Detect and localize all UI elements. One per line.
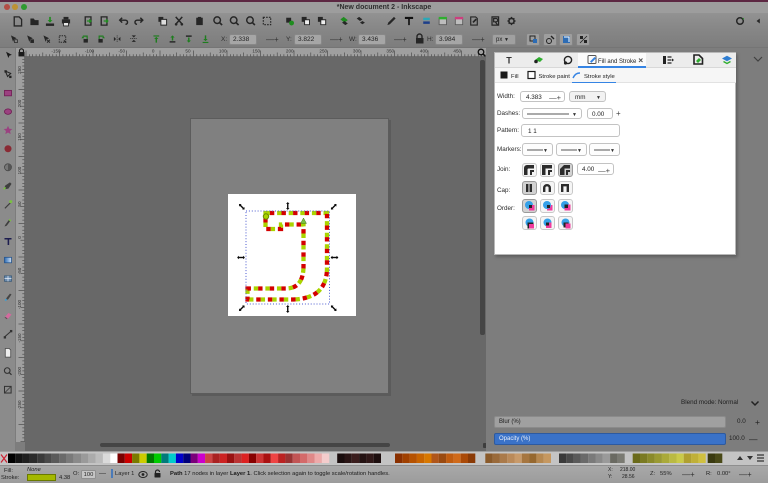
svg-text:-150: -150	[17, 333, 22, 343]
svg-text:-50: -50	[17, 267, 22, 274]
svg-text:250: 250	[319, 49, 327, 54]
svg-text:-200: -200	[17, 366, 22, 376]
svg-text:-100: -100	[17, 299, 22, 309]
svg-text:-100: -100	[85, 49, 95, 54]
svg-text:Fill and Stroke: Fill and Stroke	[598, 59, 637, 65]
svg-text:50: 50	[185, 49, 191, 54]
svg-text:T: T	[506, 56, 512, 66]
svg-text:Stroke paint: Stroke paint	[539, 74, 571, 80]
svg-text:Fill: Fill	[511, 74, 519, 80]
svg-text:150: 150	[17, 133, 22, 141]
svg-text:100: 100	[17, 166, 22, 174]
svg-text:250: 250	[17, 66, 22, 74]
svg-text:200: 200	[17, 99, 22, 107]
svg-text:450: 450	[453, 49, 461, 54]
svg-text:-150: -150	[51, 49, 61, 54]
svg-text:400: 400	[420, 49, 428, 54]
svg-text:100: 100	[219, 49, 227, 54]
svg-text:0: 0	[17, 236, 22, 239]
svg-text:50: 50	[17, 201, 22, 207]
svg-text:0: 0	[152, 49, 155, 54]
svg-text:200: 200	[286, 49, 294, 54]
svg-text:150: 150	[252, 49, 260, 54]
svg-text:350: 350	[386, 49, 394, 54]
svg-text:Stroke style: Stroke style	[584, 74, 615, 80]
svg-text:300: 300	[353, 49, 361, 54]
svg-text:-50: -50	[118, 49, 125, 54]
svg-text:-250: -250	[17, 400, 22, 410]
